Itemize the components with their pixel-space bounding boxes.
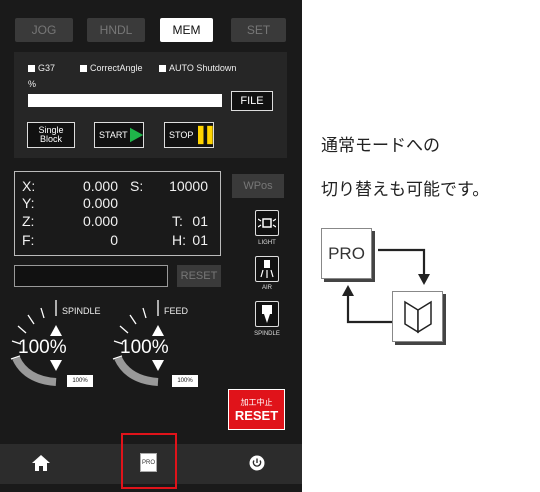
emergency-reset-button[interactable]: 加工中止 RESET [228, 389, 285, 430]
option-label: G37 [38, 63, 56, 73]
light-label: LIGHT [258, 240, 276, 246]
wpos-button[interactable]: WPos [232, 174, 284, 198]
h-value: 01 [192, 232, 208, 248]
pro-highlight-frame [121, 433, 177, 489]
feed-down-arrow[interactable] [152, 360, 164, 371]
z-value: 0.000 [82, 213, 118, 229]
tab-mem[interactable]: MEM [160, 18, 213, 42]
light-icon [258, 218, 276, 228]
checkbox-icon [159, 64, 166, 72]
h-label: H: [172, 232, 186, 248]
progress-bar [28, 94, 222, 107]
option-auto-shutdown[interactable]: AUTO Shutdown [159, 63, 236, 73]
feed-up-arrow[interactable] [152, 325, 164, 336]
option-label: AUTO Shutdown [169, 63, 237, 73]
stop-button[interactable]: STOP [164, 122, 214, 148]
spindle-icon [262, 305, 272, 323]
feed-small-value: 100% [172, 375, 198, 387]
stop-label: STOP [169, 130, 194, 140]
spindle-button[interactable] [255, 301, 279, 327]
power-icon[interactable] [249, 455, 265, 471]
single-block-line2: Block [39, 134, 62, 144]
tab-jog[interactable]: JOG [15, 18, 73, 42]
f-value: 0 [110, 232, 118, 248]
reset-label: RESET [234, 407, 279, 423]
s-label: S: [130, 178, 144, 194]
spindle-dial-value: 100% [18, 337, 67, 358]
spindle-down-arrow[interactable] [50, 360, 62, 371]
start-button[interactable]: START [94, 122, 144, 148]
pause-icon [198, 125, 213, 145]
z-label: Z: [22, 213, 35, 229]
progress-label: % [28, 79, 37, 89]
tab-hndl[interactable]: HNDL [87, 18, 145, 42]
s-value: 10000 [169, 178, 208, 194]
t-value: 01 [192, 213, 208, 229]
air-button[interactable] [255, 256, 279, 282]
play-icon [129, 127, 143, 143]
guide-text-line2: 切り替えも可能です。 [321, 180, 490, 200]
reset-jp-label: 加工中止 [240, 397, 273, 407]
f-label: F: [22, 232, 35, 248]
home-icon[interactable] [32, 455, 50, 471]
mdi-input[interactable] [14, 265, 168, 287]
air-label: AIR [261, 285, 272, 291]
feed-dial-label: FEED [164, 306, 189, 316]
start-label: START [99, 130, 128, 140]
option-label: CorrectAngle [90, 63, 143, 73]
spindle-small-value: 100% [67, 375, 93, 387]
x-label: X: [22, 178, 36, 194]
t-label: T: [172, 213, 183, 229]
option-correct-angle[interactable]: CorrectAngle [80, 63, 143, 73]
y-label: Y: [22, 195, 35, 211]
guide-text-line1: 通常モードへの [321, 136, 440, 156]
switch-arrows [342, 248, 430, 324]
option-g37[interactable]: G37 [28, 63, 55, 73]
checkbox-icon [28, 64, 35, 72]
air-icon [260, 260, 274, 278]
spindle-up-arrow[interactable] [50, 325, 62, 336]
y-value: 0.000 [82, 195, 118, 211]
x-value: 0.000 [82, 178, 118, 194]
feed-dial-value: 100% [120, 337, 169, 358]
light-button[interactable] [255, 210, 279, 236]
reset-small-button[interactable]: RESET [177, 265, 221, 287]
spindle-label: SPINDLE [254, 331, 280, 337]
spindle-dial-label: SPINDLE [62, 306, 101, 316]
checkbox-icon [80, 64, 87, 72]
single-block-button[interactable]: Single Block [27, 122, 75, 148]
tab-set[interactable]: SET [231, 18, 286, 42]
file-button[interactable]: FILE [231, 91, 273, 111]
